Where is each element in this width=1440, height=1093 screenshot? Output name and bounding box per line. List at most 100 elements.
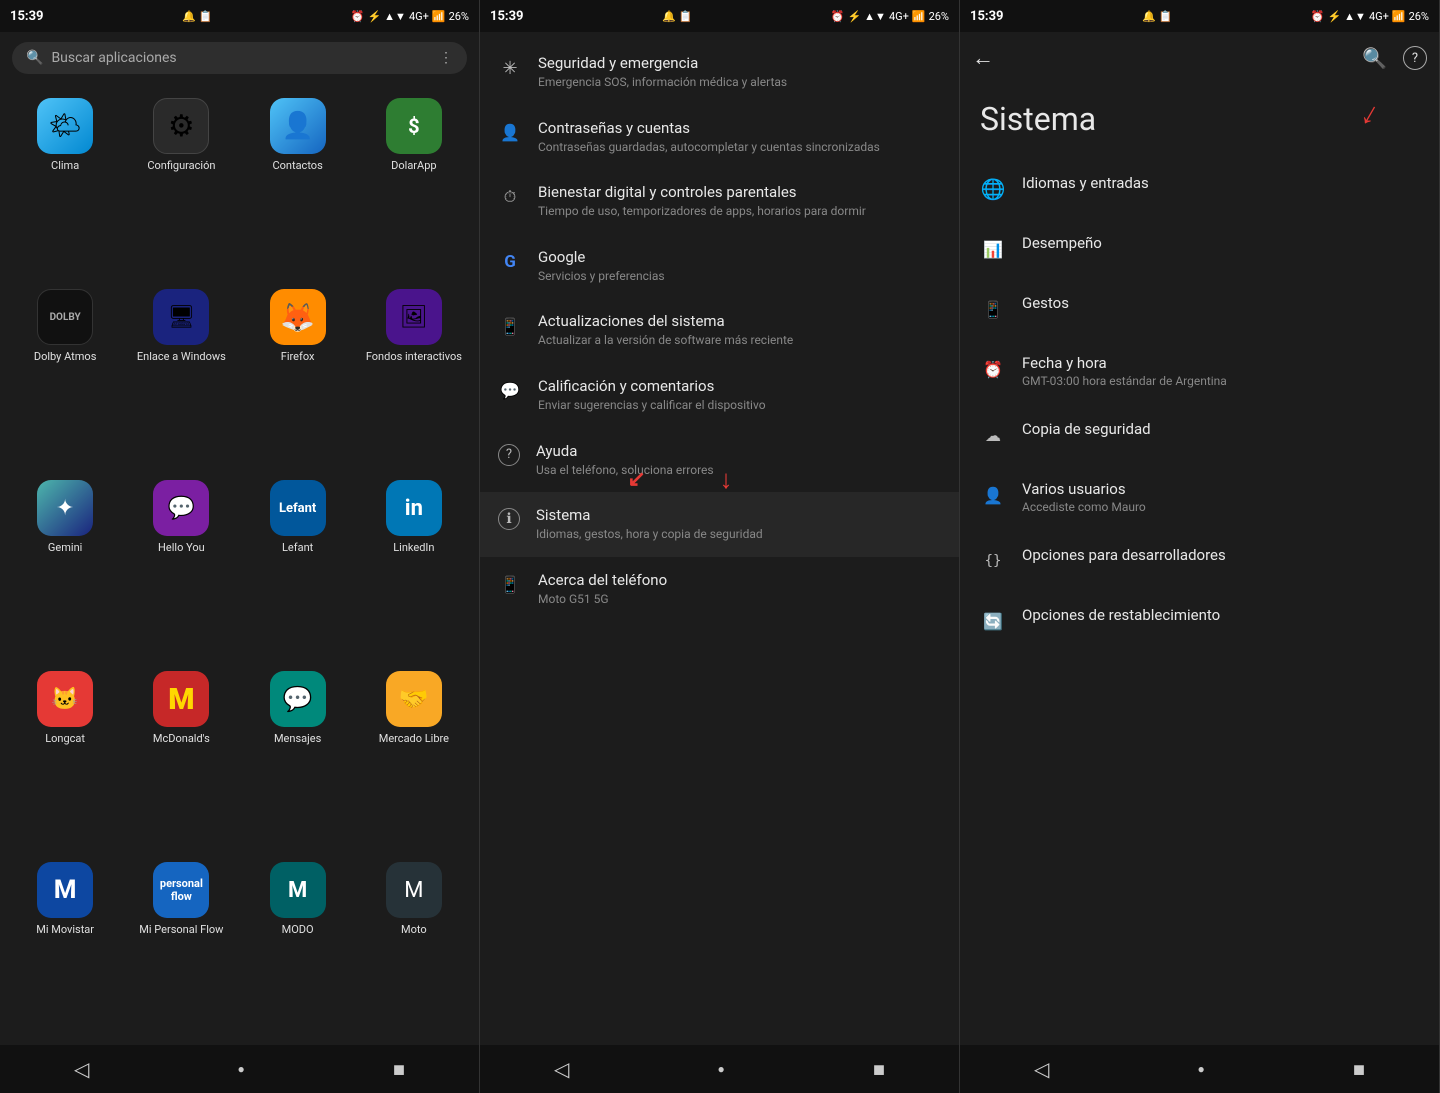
app-icon-clima: 🌤 [37, 98, 93, 154]
setting-text-actualizaciones: Actualizaciones del sistema Actualizar a… [538, 312, 941, 349]
app-item-moto[interactable]: M Moto [359, 854, 469, 1039]
status-icons-left: 🔔 📋 [182, 10, 212, 23]
help-icon-panel3[interactable]: ? [1403, 46, 1427, 70]
sistema-item-reset[interactable]: 🔄 Opciones de restablecimiento [960, 590, 1439, 650]
back-arrow-icon[interactable]: ← [972, 45, 994, 71]
app-item-helloyou[interactable]: 💬 Hello You [126, 472, 236, 657]
app-item-personal[interactable]: personal flow Mi Personal Flow [126, 854, 236, 1039]
setting-title-bienestar: Bienestar digital y controles parentales [538, 183, 941, 201]
app-item-contactos[interactable]: 👤 Contactos [243, 90, 353, 275]
setting-text-ayuda: Ayuda Usa el teléfono, s↙oluciona errore… [536, 442, 941, 479]
app-item-gemini[interactable]: ✦ Gemini [10, 472, 120, 657]
app-item-mensajes[interactable]: 💬 Mensajes [243, 663, 353, 848]
setting-text-acerca: Acerca del teléfono Moto G51 5G [538, 571, 941, 608]
setting-google[interactable]: G Google Servicios y preferencias [480, 234, 959, 299]
app-label-mimovistar: Mi Movistar [36, 923, 94, 936]
red-arrow-config: ↙ [170, 84, 192, 90]
setting-subtitle-ayuda: Usa el teléfono, s↙oluciona errores [536, 463, 941, 479]
app-icon-dolby: DOLBY [37, 289, 93, 345]
app-item-clima[interactable]: 🌤 Clima [10, 90, 120, 275]
app-item-enlace[interactable]: 🖥 Enlace a Windows [126, 281, 236, 466]
sistema-title-dev: Opciones para desarrolladores [1022, 546, 1419, 564]
app-item-modo[interactable]: M MODO [243, 854, 353, 1039]
app-item-mimovistar[interactable]: M Mi Movistar [10, 854, 120, 1039]
search-menu-icon[interactable]: ⋮ [439, 50, 453, 66]
app-icon-gemini: ✦ [37, 480, 93, 536]
icon-bienestar: ⏱ [498, 185, 522, 209]
sistema-item-fecha[interactable]: ⏰ Fecha y hora GMT-03:00 hora estándar d… [960, 338, 1439, 404]
setting-title-acerca: Acerca del teléfono [538, 571, 941, 589]
sistema-item-usuarios[interactable]: 👤 Varios usuarios Accediste como Mauro [960, 464, 1439, 530]
sistema-subtitle-usuarios: Accediste como Mauro [1022, 500, 1419, 514]
status-icons-left2: 🔔 📋 [662, 10, 692, 23]
setting-bienestar[interactable]: ⏱ Bienestar digital y controles parental… [480, 169, 959, 234]
nav-home-1[interactable]: ● [238, 1062, 245, 1076]
app-icon-longcat: 🐱 [37, 671, 93, 727]
app-item-longcat[interactable]: 🐱 Longcat [10, 663, 120, 848]
app-grid: 🌤 Clima ⚙ Configuración ↙ 👤 Contactos $ … [0, 84, 479, 1045]
app-icon-helloyou: 💬 [153, 480, 209, 536]
setting-title-google: Google [538, 248, 941, 266]
nav-back-3[interactable]: ◁ [1034, 1057, 1049, 1081]
app-label-clima: Clima [51, 159, 79, 172]
nav-home-3[interactable]: ● [1198, 1062, 1205, 1076]
app-label-longcat: Longcat [45, 732, 85, 745]
app-item-dolarapp[interactable]: $ DolarApp [359, 90, 469, 275]
setting-subtitle-actualizaciones: Actualizar a la versión de software más … [538, 333, 941, 349]
app-item-lefant[interactable]: Lefant Lefant [243, 472, 353, 657]
nav-recent-3[interactable]: ■ [1353, 1057, 1365, 1082]
nav-home-2[interactable]: ● [718, 1062, 725, 1076]
setting-sistema[interactable]: ℹ Sistema Idiomas, gestos, hora y copia … [480, 492, 959, 557]
setting-calificacion[interactable]: 💬 Calificación y comentarios Enviar suge… [480, 363, 959, 428]
search-bar[interactable]: 🔍 Buscar aplicaciones ⋮ [12, 42, 467, 74]
icon-google: G [498, 250, 522, 274]
app-item-firefox[interactable]: 🦊 Firefox [243, 281, 353, 466]
app-item-mercado[interactable]: 🤝 Mercado Libre [359, 663, 469, 848]
setting-acerca[interactable]: 📱 Acerca del teléfono Moto G51 5G [480, 557, 959, 622]
app-item-fondos[interactable]: 🖼 Fondos interactivos [359, 281, 469, 466]
nav-recent-1[interactable]: ■ [393, 1057, 405, 1082]
icon-contrasenas: 👤 [498, 121, 522, 145]
setting-contrasenas[interactable]: 👤 Contraseñas y cuentas Contraseñas guar… [480, 105, 959, 170]
sistema-item-gestos[interactable]: 📱 Gestos [960, 278, 1439, 338]
setting-subtitle-acerca: Moto G51 5G [538, 592, 941, 608]
sistema-item-copia[interactable]: ☁ Copia de seguridad [960, 404, 1439, 464]
nav-back-1[interactable]: ◁ [74, 1057, 89, 1081]
app-label-enlace: Enlace a Windows [137, 350, 226, 363]
app-icon-moto: M [386, 862, 442, 918]
status-bar-panel2: 15:39 🔔 📋 ⏰⚡▲▼4G+📶26% [480, 0, 959, 32]
sistema-text-idiomas: Idiomas y entradas [1022, 174, 1419, 194]
setting-text-calificacion: Calificación y comentarios Enviar sugere… [538, 377, 941, 414]
app-item-configuracion[interactable]: ⚙ Configuración ↙ [126, 90, 236, 275]
app-label-mensajes: Mensajes [274, 732, 321, 745]
nav-bar-panel3: ◁ ● ■ [960, 1045, 1439, 1093]
app-item-mcdonalds[interactable]: M McDonald's [126, 663, 236, 848]
setting-actualizaciones[interactable]: 📱 Actualizaciones del sistema Actualizar… [480, 298, 959, 363]
setting-title-ayuda: Ayuda [536, 442, 941, 460]
app-label-fondos: Fondos interactivos [366, 350, 462, 363]
sistema-title-usuarios: Varios usuarios [1022, 480, 1419, 498]
icon-calificacion: 💬 [498, 379, 522, 403]
app-label-mercado: Mercado Libre [379, 732, 449, 745]
setting-ayuda[interactable]: ? Ayuda Usa el teléfono, s↙oluciona erro… [480, 428, 959, 493]
sistema-title-fecha: Fecha y hora [1022, 354, 1419, 372]
sistema-text-copia: Copia de seguridad [1022, 420, 1419, 440]
search-icon-panel3[interactable]: 🔍 [1362, 46, 1387, 70]
sistema-item-desempeno[interactable]: 📊 Desempeño [960, 218, 1439, 278]
settings-list: ✳ Seguridad y emergencia Emergencia SOS,… [480, 32, 959, 1045]
nav-bar-panel2: ◁ ● ■ [480, 1045, 959, 1093]
sistema-item-dev[interactable]: {} Opciones para desarrolladores [960, 530, 1439, 590]
app-label-gemini: Gemini [48, 541, 82, 554]
icon-idiomas: 🌐 [980, 176, 1006, 202]
app-item-linkedin[interactable]: in LinkedIn [359, 472, 469, 657]
sistema-item-idiomas[interactable]: 🌐 Idiomas y entradas [960, 158, 1439, 218]
setting-title-seguridad: Seguridad y emergencia [538, 54, 941, 72]
sistema-page-title: Sistema [960, 84, 1439, 158]
app-label-dolby: Dolby Atmos [34, 350, 97, 363]
setting-seguridad[interactable]: ✳ Seguridad y emergencia Emergencia SOS,… [480, 40, 959, 105]
app-item-dolby[interactable]: DOLBY Dolby Atmos [10, 281, 120, 466]
sistema-title-reset: Opciones de restablecimiento [1022, 606, 1419, 624]
nav-recent-2[interactable]: ■ [873, 1057, 885, 1082]
nav-back-2[interactable]: ◁ [554, 1057, 569, 1081]
sistema-text-desempeno: Desempeño [1022, 234, 1419, 254]
